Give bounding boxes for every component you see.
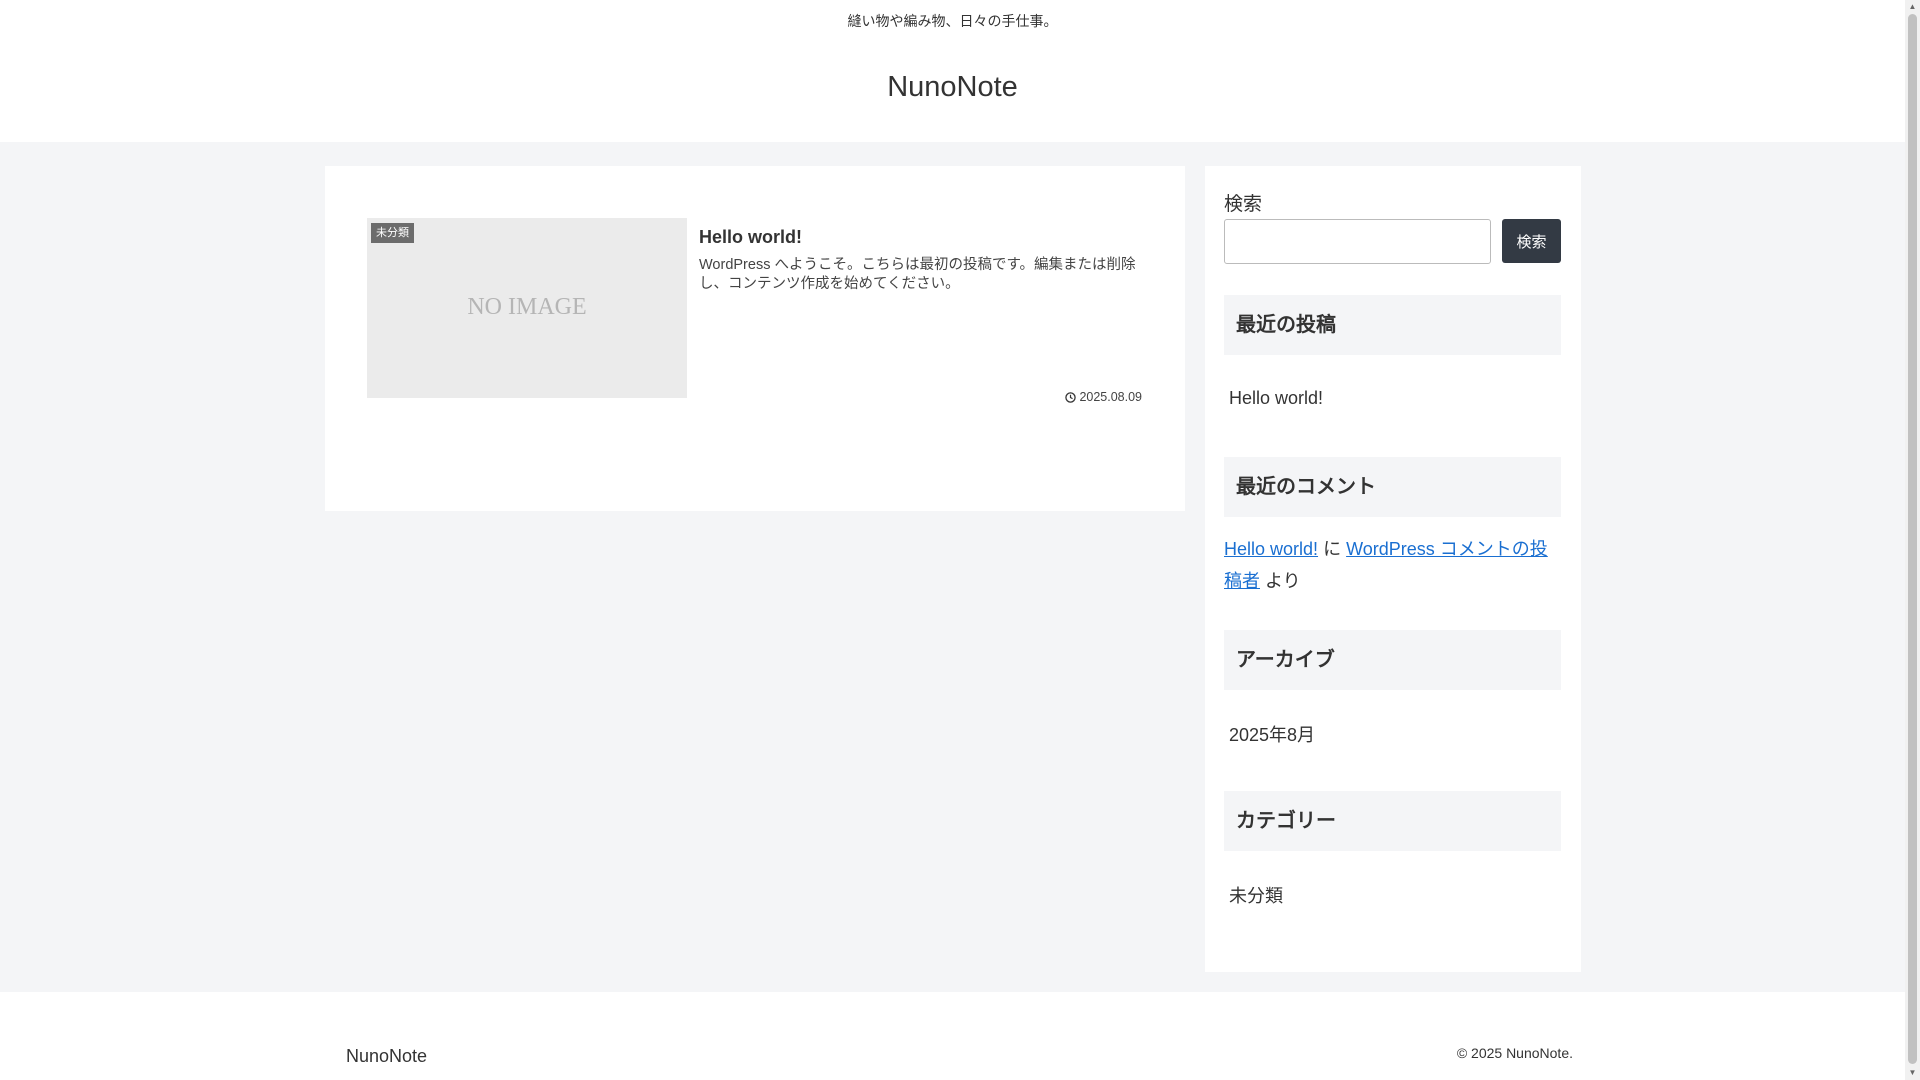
comment-suffix: より — [1265, 571, 1301, 591]
post-title[interactable]: Hello world! — [699, 227, 802, 248]
scroll-down-arrow-icon[interactable]: ▼ — [1905, 1066, 1920, 1080]
scroll-up-arrow-icon[interactable]: ▲ — [1905, 0, 1920, 14]
post-date-text: 2025.08.09 — [1079, 390, 1142, 404]
archives-heading: アーカイブ — [1224, 630, 1561, 690]
category-item[interactable]: 未分類 — [1229, 882, 1283, 908]
recent-comment-item: Hello world! に WordPress コメントの投稿者 より — [1224, 533, 1564, 597]
no-image-placeholder: NO IMAGE — [467, 293, 587, 320]
site-tagline: 縫い物や編み物、日々の手仕事。 — [847, 13, 1058, 29]
site-title[interactable]: NunoNote — [0, 69, 1905, 105]
main-content: NO IMAGE 未分類 Hello world! WordPress へようこ… — [325, 166, 1185, 511]
post-snippet: WordPress へようこそ。こちらは最初の投稿です。編集または削除し、コンテ… — [699, 257, 1136, 292]
search-button[interactable]: 検索 — [1502, 219, 1561, 263]
copyright-text: © 2025 NunoNote. — [1456, 1045, 1573, 1061]
recent-comments-heading: 最近のコメント — [1224, 457, 1561, 517]
footer-site-title[interactable]: NunoNote — [346, 1046, 427, 1067]
recent-post-item[interactable]: Hello world! — [1229, 388, 1323, 409]
sidebar: 検索 検索 最近の投稿 Hello world! 最近のコメント Hello w… — [1205, 166, 1581, 972]
scrollbar-thumb[interactable] — [1908, 14, 1917, 1064]
comment-post-link[interactable]: Hello world! — [1224, 539, 1318, 559]
site-footer: NunoNote © 2025 NunoNote. — [0, 992, 1905, 1080]
scrollbar[interactable]: ▲ ▼ — [1905, 0, 1920, 1080]
search-input[interactable] — [1224, 219, 1491, 264]
recent-posts-heading: 最近の投稿 — [1224, 295, 1561, 355]
categories-heading: カテゴリー — [1224, 791, 1561, 851]
post-card[interactable]: NO IMAGE 未分類 Hello world! WordPress へようこ… — [367, 218, 1142, 404]
search-label: 検索 — [1224, 194, 1263, 215]
clock-icon — [1065, 391, 1077, 403]
comment-connector: に — [1323, 539, 1342, 559]
archive-item[interactable]: 2025年8月 — [1229, 721, 1315, 747]
site-header: 縫い物や編み物、日々の手仕事。 NunoNote — [0, 0, 1905, 142]
category-badge: 未分類 — [371, 223, 414, 243]
post-date: 2025.08.09 — [1065, 390, 1142, 404]
post-thumbnail[interactable]: NO IMAGE 未分類 — [367, 218, 687, 398]
